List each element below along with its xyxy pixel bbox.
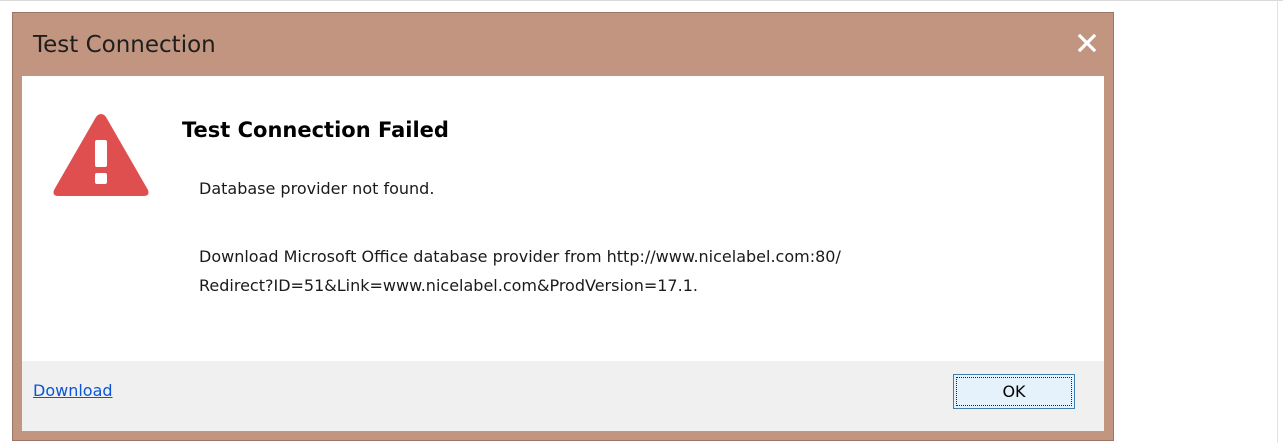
download-instructions: Download Microsoft Office database provi… xyxy=(199,242,1079,300)
warning-triangle-icon xyxy=(53,114,149,196)
download-instructions-line1: Download Microsoft Office database provi… xyxy=(199,247,841,266)
close-button[interactable] xyxy=(1071,27,1103,59)
download-link[interactable]: Download xyxy=(33,381,113,400)
ok-button[interactable]: OK xyxy=(953,374,1075,409)
screen-right-border xyxy=(1277,0,1278,443)
dialog-footer: Download OK xyxy=(22,361,1104,431)
error-heading: Test Connection Failed xyxy=(182,118,449,142)
test-connection-dialog: Test Connection Test Connection Failed D… xyxy=(12,12,1114,441)
ok-button-label: OK xyxy=(1002,382,1026,401)
download-instructions-line2: Redirect?ID=51&Link=www.nicelabel.com&Pr… xyxy=(199,276,698,295)
dialog-content: Test Connection Failed Database provider… xyxy=(22,76,1104,431)
title-bar[interactable]: Test Connection xyxy=(13,13,1113,76)
screen-top-border xyxy=(0,0,1283,1)
dialog-title: Test Connection xyxy=(33,32,216,58)
error-message: Database provider not found. xyxy=(199,179,435,198)
close-icon xyxy=(1077,33,1097,53)
